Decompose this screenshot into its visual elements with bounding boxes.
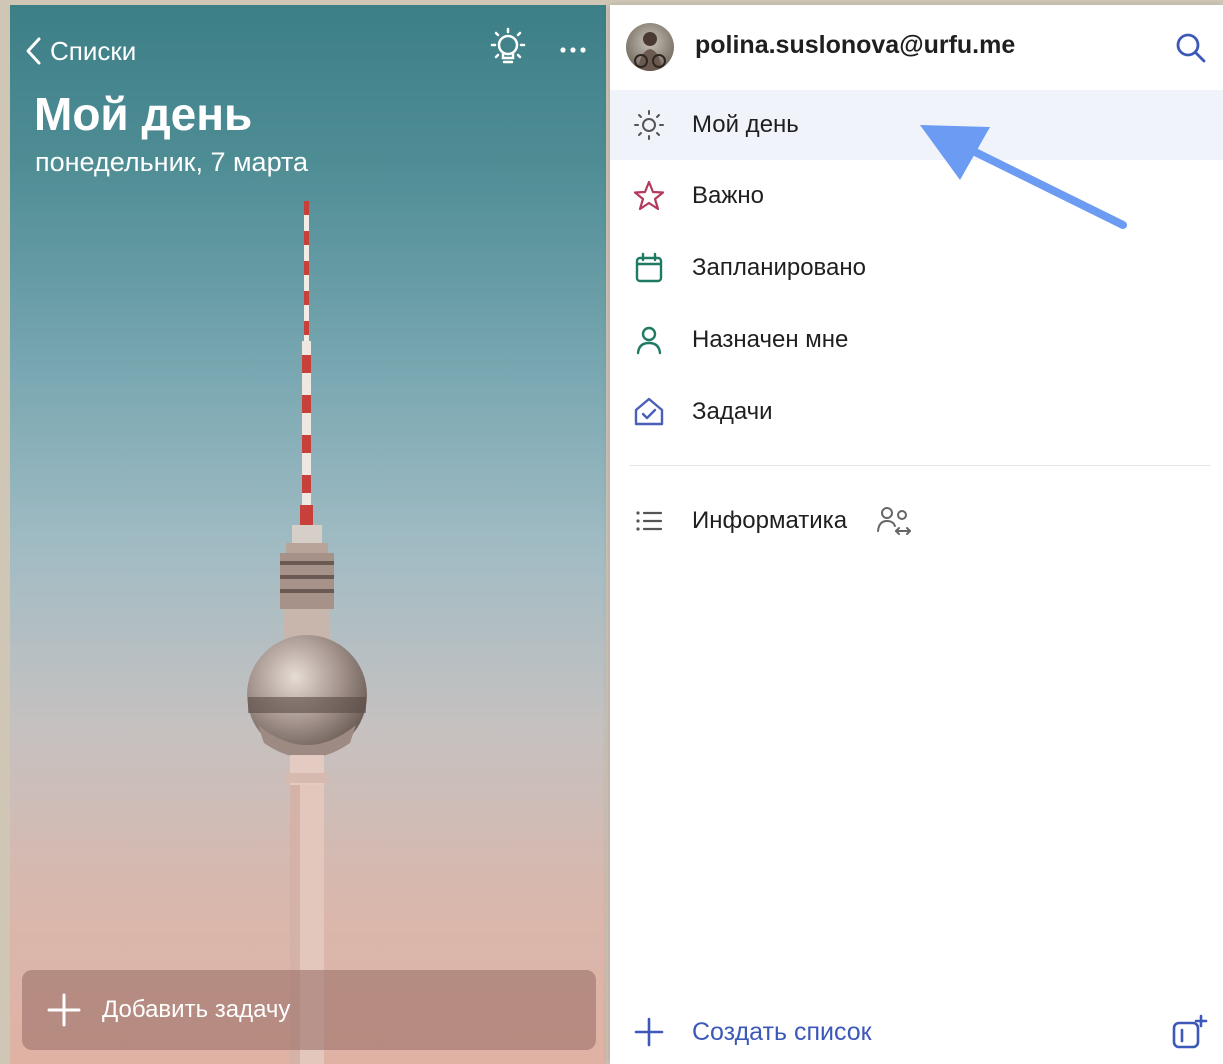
new-group-icon[interactable] [1170, 1013, 1210, 1053]
add-task-label: Добавить задачу [102, 996, 291, 1023]
list-item-label: Информатика [692, 507, 848, 534]
sidebar-item-label: Мой день [692, 111, 799, 138]
sidebar-item-planned[interactable]: Запланировано [610, 233, 1223, 303]
add-task-button[interactable]: Добавить задачу [22, 970, 596, 1050]
sidebar-item-assigned[interactable]: Назначен мне [610, 305, 1223, 375]
sidebar-item-label: Задачи [692, 398, 773, 425]
plus-icon [47, 993, 81, 1027]
my-day-panel: Списки Мой день понедельник, 7 марта Доб… [10, 5, 606, 1064]
calendar-icon [635, 252, 663, 283]
date-subtitle: понедельник, 7 марта [35, 147, 309, 177]
avatar-image [634, 32, 666, 71]
sidebar-item-important[interactable]: Важно [610, 161, 1223, 231]
lightbulb-icon[interactable] [486, 27, 530, 71]
chevron-left-icon [26, 37, 41, 65]
create-list-label: Создать список [692, 1017, 872, 1046]
search-icon[interactable] [1174, 31, 1208, 65]
account-email: polina.suslonova@urfu.me [695, 31, 1016, 59]
home-check-icon [634, 397, 664, 426]
divider [630, 465, 1210, 466]
back-to-lists-button[interactable]: Списки [24, 33, 136, 69]
account-header[interactable]: polina.suslonova@urfu.me [610, 5, 1223, 85]
lists-panel: polina.suslonova@urfu.me Мой день Важно [610, 5, 1223, 1064]
sidebar-item-label: Важно [692, 182, 765, 209]
create-list-button[interactable]: Создать список [610, 1007, 1130, 1057]
left-top-bar: Списки [10, 25, 606, 75]
list-icon [636, 511, 663, 531]
sidebar-item-tasks[interactable]: Задачи [610, 377, 1223, 447]
back-label: Списки [50, 35, 137, 66]
person-icon [636, 326, 662, 355]
list-item-informatika[interactable]: Информатика [610, 486, 1223, 556]
more-icon[interactable] [556, 33, 590, 67]
page-title: Мой день [34, 88, 253, 140]
sun-icon [634, 110, 664, 140]
plus-icon [634, 1017, 664, 1047]
avatar[interactable] [626, 23, 674, 71]
star-icon [633, 180, 665, 211]
sidebar-item-label: Запланировано [692, 254, 866, 281]
sidebar-item-my-day[interactable]: Мой день [610, 90, 1223, 160]
sidebar-item-label: Назначен мне [692, 326, 849, 353]
shared-list-icon [877, 507, 911, 535]
